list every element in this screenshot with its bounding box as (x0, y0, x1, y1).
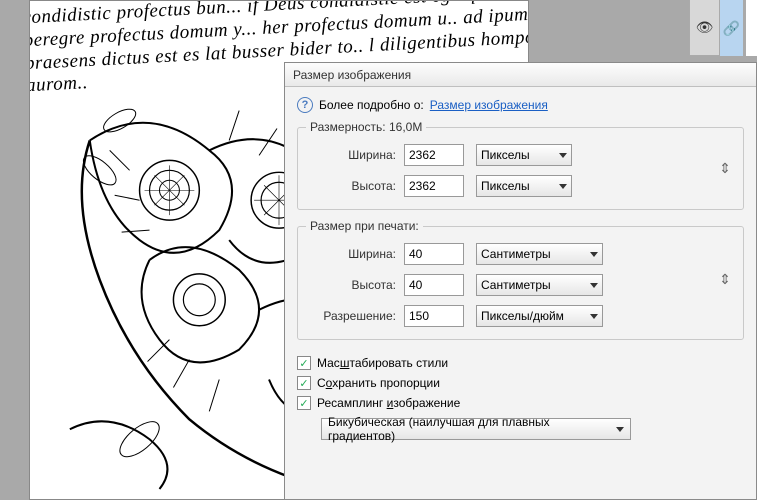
scale-styles-checkbox-row[interactable]: Масштабировать стили (297, 356, 744, 370)
width-label: Ширина: (310, 148, 404, 162)
height-label: Высота: (310, 179, 404, 193)
constrain-label: Сохранить пропорции (317, 376, 440, 390)
chevron-down-icon (590, 252, 598, 257)
doc-height-unit-select[interactable]: Сантиметры (476, 274, 603, 296)
document-size-legend: Размер при печати: (306, 219, 423, 233)
pixel-width-unit-select[interactable]: Пикселы (476, 144, 572, 166)
resample-method-select[interactable]: Бикубическая (наилучшая для плавных град… (321, 418, 631, 440)
link-icon: 🔗 (723, 20, 740, 37)
layers-link-cell[interactable]: 🔗 (719, 0, 743, 56)
resolution-label: Разрешение: (310, 309, 404, 323)
pixel-width-input[interactable] (404, 144, 464, 166)
image-size-dialog: Размер изображения ? Более подробно о: Р… (284, 62, 757, 500)
pixel-dimensions-legend: Размерность: 16,0M (306, 120, 426, 134)
doc-width-unit-select[interactable]: Сантиметры (476, 243, 603, 265)
chevron-down-icon (559, 153, 567, 158)
resample-label: Ресамплинг изображение (317, 396, 460, 410)
doc-height-input[interactable] (404, 274, 464, 296)
eye-icon: 👁 (696, 19, 714, 36)
chevron-down-icon (590, 283, 598, 288)
checkbox-icon (297, 396, 311, 410)
constrain-link-icon[interactable]: ⇕ (717, 154, 733, 182)
chevron-down-icon (559, 184, 567, 189)
constrain-proportions-checkbox-row[interactable]: Сохранить пропорции (297, 376, 744, 390)
chevron-down-icon (616, 427, 624, 432)
resolution-unit-select[interactable]: Пикселы/дюйм (476, 305, 603, 327)
checkbox-icon (297, 356, 311, 370)
scale-styles-label: Масштабировать стили (317, 356, 448, 370)
doc-width-label: Ширина: (310, 247, 404, 261)
resample-checkbox-row[interactable]: Ресамплинг изображение (297, 396, 744, 410)
constrain-doc-link-icon[interactable]: ⇕ (717, 265, 733, 293)
document-size-group: Размер при печати: Ширина: Сантиметры ⇕ … (297, 226, 744, 340)
dialog-title: Размер изображения (285, 63, 756, 87)
checkbox-icon (297, 376, 311, 390)
help-row: ? Более подробно о: Размер изображения (297, 97, 744, 113)
help-prefix: Более подробно о: (319, 98, 424, 112)
resolution-input[interactable] (404, 305, 464, 327)
help-link[interactable]: Размер изображения (430, 98, 548, 112)
layers-visibility-cell[interactable]: 👁 (689, 0, 719, 56)
chevron-down-icon (590, 314, 598, 319)
doc-width-input[interactable] (404, 243, 464, 265)
help-icon: ? (297, 97, 313, 113)
doc-height-label: Высота: (310, 278, 404, 292)
pixel-height-input[interactable] (404, 175, 464, 197)
layer-thumbnail[interactable] (745, 0, 757, 56)
pixel-dimensions-group: Размерность: 16,0M Ширина: Пикселы ⇕ Выс… (297, 127, 744, 210)
pixel-height-unit-select[interactable]: Пикселы (476, 175, 572, 197)
